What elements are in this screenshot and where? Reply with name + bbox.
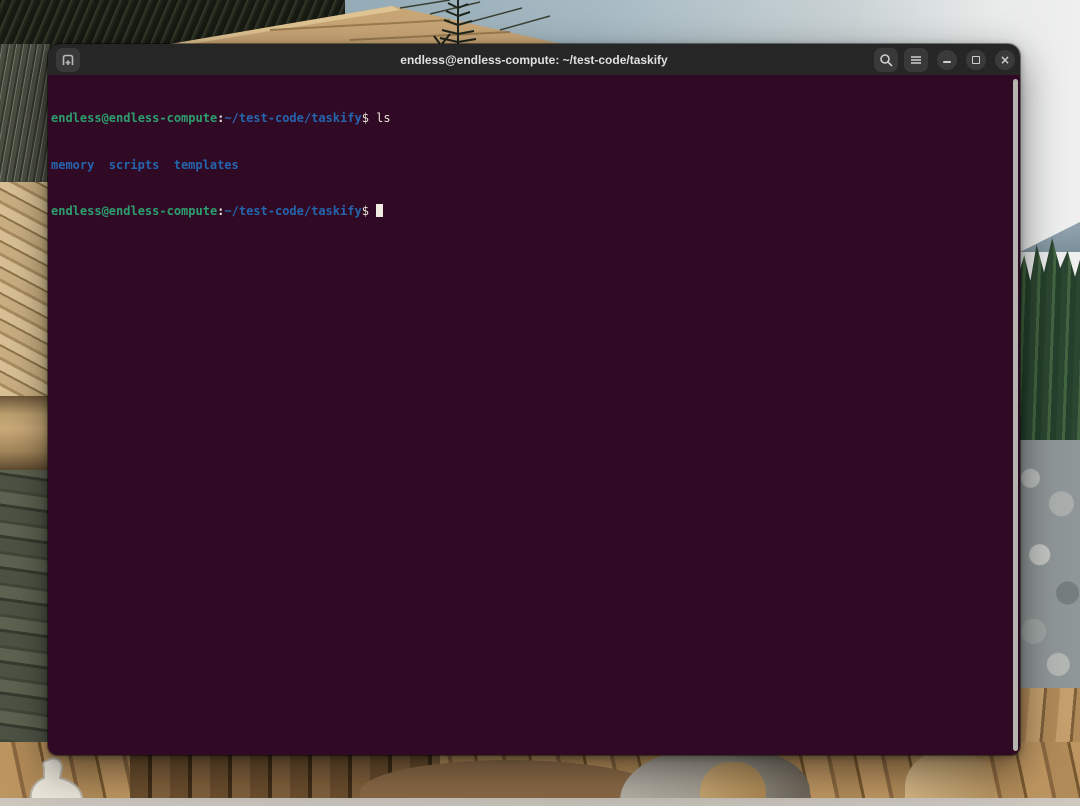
new-tab-button[interactable] [56,48,80,72]
terminal-cursor [376,204,383,217]
hamburger-menu-icon [909,53,923,67]
directory-entry: memory [51,158,94,172]
terminal-line-ls-output: memory scripts templates [51,158,1012,174]
prompt-user-host: endless@endless-compute [51,111,217,125]
wallpaper-light-shingles [0,182,50,396]
wallpaper-twig-strip [0,44,50,194]
maximize-icon [972,56,980,64]
wallpaper-light-band [0,798,1080,806]
search-button[interactable] [874,48,898,72]
wallpaper-evergreen-forest [1018,238,1080,453]
directory-entry: scripts [109,158,160,172]
terminal-line-current-prompt: endless@endless-compute:~/test-code/task… [51,204,1012,220]
close-icon: × [1000,54,1010,66]
prompt-user-host: endless@endless-compute [51,204,217,218]
prompt-symbol: $ [362,204,369,218]
titlebar[interactable]: endless@endless-compute: ~/test-code/tas… [48,44,1020,75]
maximize-button[interactable] [966,50,986,70]
wallpaper-log-beam [0,396,50,470]
wallpaper-dark-shingles [0,470,52,770]
prompt-path: ~/test-code/taskify [224,204,361,218]
search-icon [879,53,893,67]
wallpaper-small-tree [430,0,482,44]
minimize-icon [943,61,951,63]
new-tab-icon [61,53,75,67]
terminal-content[interactable]: endless@endless-compute:~/test-code/task… [48,75,1020,755]
minimize-button[interactable] [937,50,957,70]
menu-button[interactable] [904,48,928,72]
wallpaper-rocky-slope [1018,440,1080,695]
directory-entry: templates [174,158,239,172]
typed-command: ls [376,111,390,125]
wallpaper-wooden-roof [150,0,580,44]
terminal-scrollbar[interactable] [1013,79,1018,751]
terminal-line-prompt-command: endless@endless-compute:~/test-code/task… [51,111,1012,127]
terminal-window: endless@endless-compute: ~/test-code/tas… [48,44,1020,755]
close-button[interactable]: × [995,50,1015,70]
prompt-symbol: $ [362,111,369,125]
prompt-path: ~/test-code/taskify [224,111,361,125]
